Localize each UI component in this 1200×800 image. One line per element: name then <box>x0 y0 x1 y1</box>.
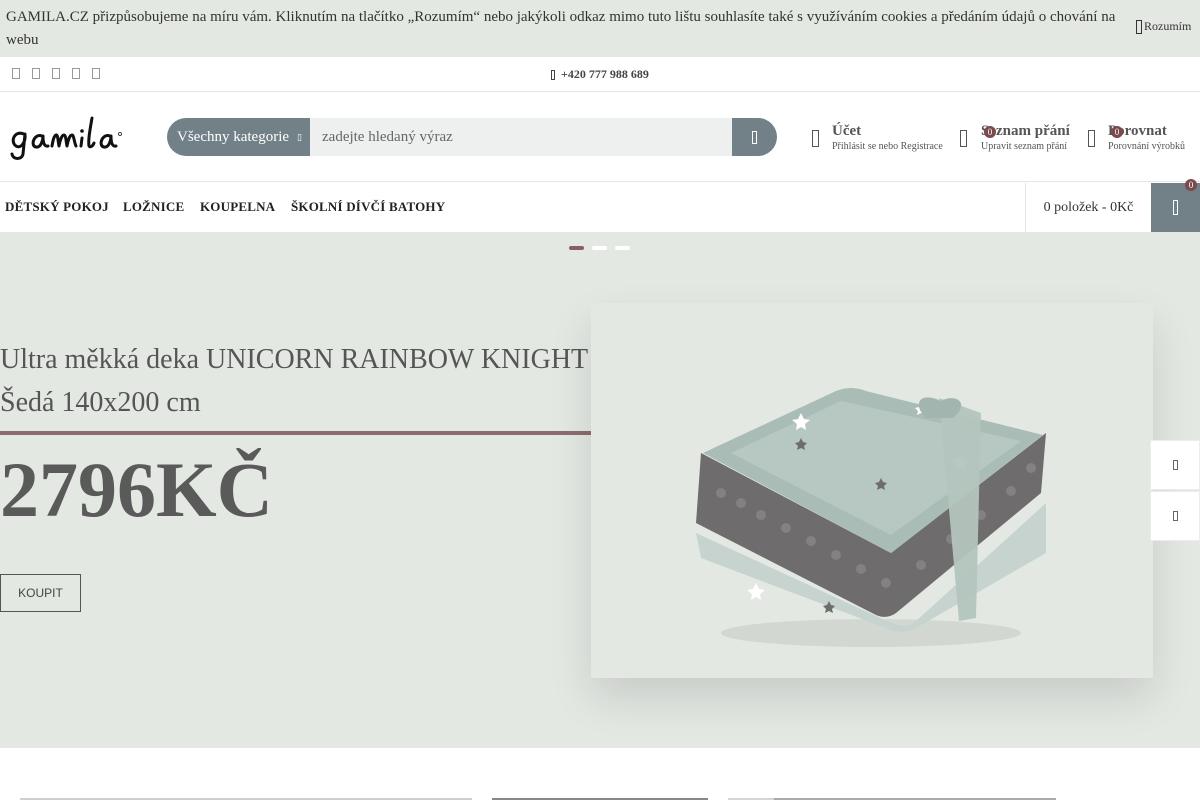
product-strip <box>0 748 1200 800</box>
search-input[interactable] <box>310 118 732 156</box>
side-tool-bottom[interactable] <box>1150 491 1200 541</box>
nav-item-detsky-pokoj[interactable]: DĚTSKÝ POKOJ <box>5 199 109 215</box>
check-icon <box>1136 19 1142 34</box>
account-subtitle: Přihlásit se nebo Registrace <box>832 141 943 152</box>
gamila-logo[interactable] <box>8 112 123 162</box>
account-link[interactable]: Účet Přihlásit se nebo Registrace <box>812 122 947 156</box>
wishlist-count-badge: 0 <box>984 126 996 138</box>
hero-divider <box>0 431 600 435</box>
compare-icon <box>1088 130 1095 147</box>
hero-product-title: Ultra měkká deka UNICORN RAINBOW KNIGHT … <box>0 344 588 418</box>
top-bar: +420 777 988 689 <box>0 57 1200 92</box>
pinterest-icon[interactable] <box>72 68 80 79</box>
slider-dot[interactable] <box>592 246 607 250</box>
search-button[interactable] <box>732 118 777 156</box>
cookie-accept-label: Rozumím <box>1144 19 1192 33</box>
cart-count-badge: 0 <box>1185 179 1197 191</box>
side-tool-top[interactable] <box>1150 440 1200 490</box>
phone-number: +420 777 988 689 <box>561 67 649 81</box>
wishlist-link[interactable]: Seznam přání Upravit seznam přání 0 <box>960 122 1075 156</box>
wishlist-subtitle: Upravit seznam přání <box>981 141 1068 152</box>
buy-button[interactable]: KOUPIT <box>0 574 81 612</box>
main-nav: DĚTSKÝ POKOJ LOŽNICE KOUPELNA ŠKOLNÍ DÍV… <box>0 183 1200 232</box>
compare-subtitle: Porovnání výrobků <box>1108 141 1185 152</box>
twitter-icon[interactable] <box>52 68 60 79</box>
hero-product-image[interactable] <box>591 303 1153 678</box>
header: Všechny kategorie ▯ Účet Přihlásit se ne… <box>0 92 1200 182</box>
chevron-down-icon: ▯ <box>297 131 302 142</box>
nav-item-koupelna[interactable]: KOUPELNA <box>200 199 275 215</box>
user-icon <box>812 130 819 147</box>
phone-contact[interactable]: +420 777 988 689 <box>551 67 649 82</box>
facebook-icon[interactable] <box>12 68 20 79</box>
side-tool-icon <box>1172 511 1178 521</box>
cookie-text: GAMILA.CZ přizpůsobujeme na míru vám. Kl… <box>6 9 1116 48</box>
category-select-label: Všechny kategorie <box>177 128 290 145</box>
nav-item-skolni-batohy[interactable]: ŠKOLNÍ DÍVČÍ BATOHY <box>291 199 445 215</box>
account-title: Účet <box>832 123 862 139</box>
instagram-icon[interactable] <box>32 68 40 79</box>
cookie-bar: GAMILA.CZ přizpůsobujeme na míru vám. Kl… <box>0 0 1200 57</box>
side-tool-icon <box>1172 460 1178 470</box>
slider-dots <box>569 246 630 250</box>
compare-count-badge: 0 <box>1111 126 1123 138</box>
phone-icon <box>551 69 555 80</box>
slider-dot[interactable] <box>569 246 584 250</box>
category-select[interactable]: Všechny kategorie ▯ <box>167 118 310 156</box>
nav-item-loznice[interactable]: LOŽNICE <box>123 199 184 215</box>
search-bar: Všechny kategorie ▯ <box>167 118 777 156</box>
hero-price: 2796KČ <box>0 446 273 533</box>
slider-dot[interactable] <box>615 246 630 250</box>
blanket-illustration <box>696 388 1046 647</box>
youtube-icon[interactable] <box>92 68 100 79</box>
heart-icon <box>960 130 967 147</box>
cart-summary[interactable]: 0 položek - 0Kč <box>1025 183 1151 232</box>
social-links <box>12 68 100 79</box>
compare-link[interactable]: Porovnat Porovnání výrobků 0 <box>1088 122 1198 156</box>
hero-slider: Ultra měkká deka UNICORN RAINBOW KNIGHT … <box>0 232 1200 748</box>
search-icon <box>752 130 757 144</box>
cookie-accept-button[interactable]: Rozumím <box>1136 19 1191 34</box>
cart-icon <box>1173 200 1178 215</box>
